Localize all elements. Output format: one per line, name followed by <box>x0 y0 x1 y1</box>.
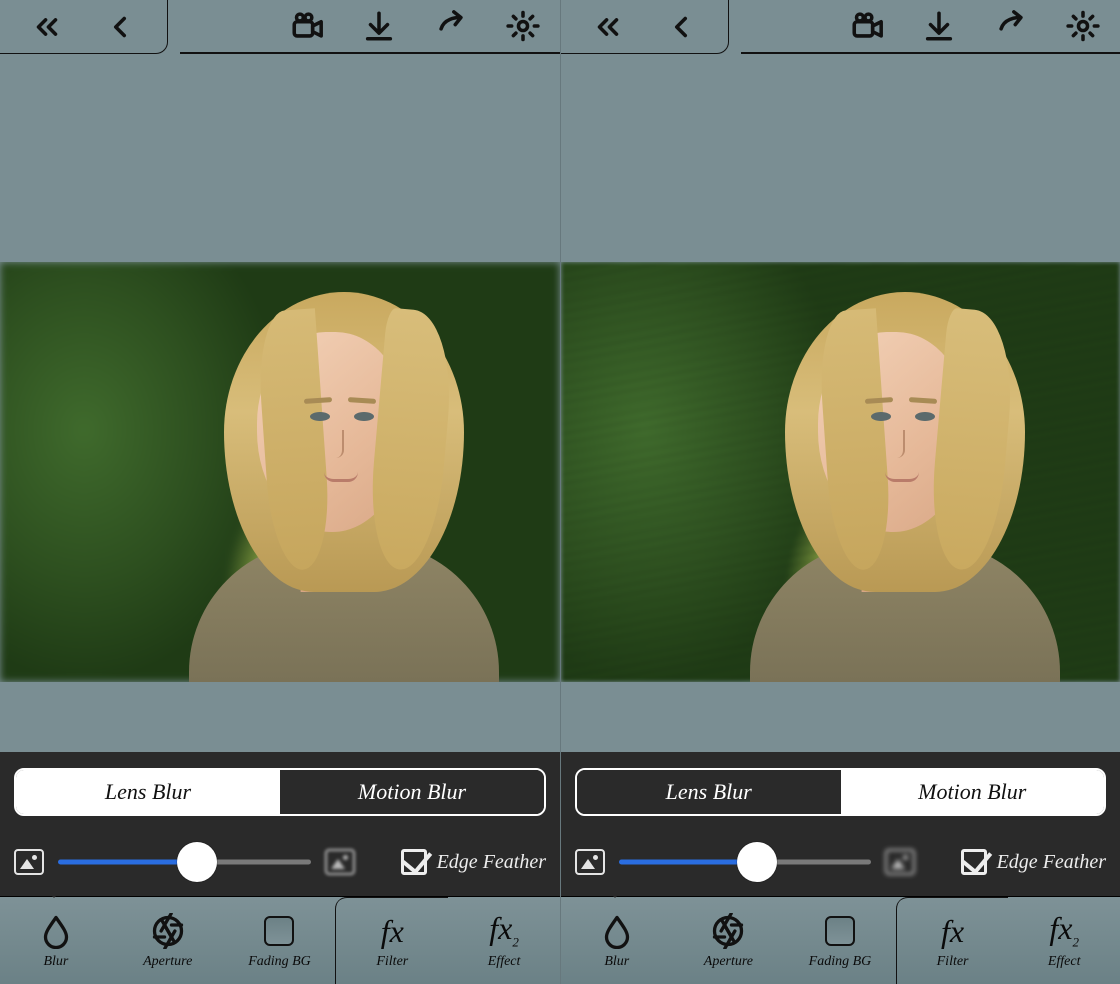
photo-subject <box>745 262 1065 682</box>
screen-right: Lens Blur Motion Blur Edge Feather Blur <box>560 0 1120 984</box>
video-camera-icon <box>290 9 324 43</box>
seg-lens-blur[interactable]: Lens Blur <box>577 770 841 814</box>
edge-feather-label: Edge Feather <box>997 851 1106 874</box>
tab-filter[interactable]: fx Filter <box>335 897 448 984</box>
tab-filter-label: Filter <box>376 954 408 970</box>
tab-blur-label: Blur <box>43 954 68 970</box>
tab-fading-bg[interactable]: Fading BG <box>224 897 336 984</box>
download-icon <box>362 9 396 43</box>
tab-aperture-label: Aperture <box>704 954 753 970</box>
tab-blur[interactable]: Blur <box>0 897 112 984</box>
top-toolbar <box>561 0 1120 62</box>
gear-icon <box>1066 9 1100 43</box>
controls-panel: Lens Blur Motion Blur Edge Feather <box>0 752 560 896</box>
blur-amount-row: Edge Feather <box>575 842 1106 882</box>
share-icon <box>994 9 1028 43</box>
bottom-tab-bar: Blur Aperture Fading BG fx Filter fx2 Ef… <box>561 896 1120 984</box>
tab-effect-label: Effect <box>488 954 521 970</box>
share-icon <box>434 9 468 43</box>
back-all-button[interactable] <box>589 8 627 46</box>
checkbox-checked-icon <box>401 849 427 875</box>
tab-blur[interactable]: Blur <box>561 897 673 984</box>
top-toolbar <box>0 0 560 62</box>
tab-aperture[interactable]: Aperture <box>673 897 785 984</box>
tab-blur-label: Blur <box>604 954 629 970</box>
tab-fading-bg-label: Fading BG <box>809 954 872 970</box>
fx2-icon: fx2 <box>489 912 519 948</box>
blur-amount-slider[interactable] <box>619 842 871 882</box>
back-button[interactable] <box>662 8 700 46</box>
seg-motion-blur[interactable]: Motion Blur <box>841 770 1105 814</box>
tab-aperture[interactable]: Aperture <box>112 897 224 984</box>
square-icon <box>264 916 294 946</box>
download-button[interactable] <box>920 7 958 45</box>
tab-effect-label: Effect <box>1048 954 1081 970</box>
slider-max-icon <box>325 849 355 875</box>
blur-mode-segmented: Lens Blur Motion Blur <box>575 768 1106 816</box>
tab-filter-label: Filter <box>937 954 969 970</box>
top-actions-group <box>741 0 1120 54</box>
slider-min-icon <box>14 849 44 875</box>
edge-feather-toggle[interactable]: Edge Feather <box>401 849 546 875</box>
seg-motion-blur[interactable]: Motion Blur <box>280 770 544 814</box>
tab-aperture-label: Aperture <box>143 954 192 970</box>
chevron-left-icon <box>664 10 698 44</box>
aperture-icon <box>150 913 186 949</box>
aperture-icon <box>710 913 746 949</box>
top-actions-group <box>180 0 560 54</box>
back-button[interactable] <box>101 8 139 46</box>
tab-effect[interactable]: fx2 Effect <box>1008 897 1120 984</box>
controls-panel: Lens Blur Motion Blur Edge Feather <box>561 752 1120 896</box>
record-video-button[interactable] <box>848 7 886 45</box>
edge-feather-label: Edge Feather <box>437 851 546 874</box>
record-video-button[interactable] <box>288 7 326 45</box>
download-button[interactable] <box>360 7 398 45</box>
slider-max-icon <box>885 849 915 875</box>
tab-fading-bg-label: Fading BG <box>248 954 311 970</box>
chevrons-left-icon <box>591 10 625 44</box>
seg-lens-blur[interactable]: Lens Blur <box>16 770 280 814</box>
photo-subject <box>184 262 504 682</box>
image-canvas[interactable] <box>0 62 560 752</box>
fx2-icon: fx2 <box>1049 912 1079 948</box>
share-button[interactable] <box>432 7 470 45</box>
video-camera-icon <box>850 9 884 43</box>
tab-effect[interactable]: fx2 Effect <box>448 897 560 984</box>
gear-icon <box>506 9 540 43</box>
fx-icon: fx <box>381 915 404 947</box>
fx-icon: fx <box>941 915 964 947</box>
nav-history-group <box>561 0 729 54</box>
chevrons-left-icon <box>30 10 64 44</box>
back-all-button[interactable] <box>28 8 66 46</box>
drop-icon <box>599 913 635 949</box>
drop-icon <box>38 913 74 949</box>
blur-amount-row: Edge Feather <box>14 842 546 882</box>
settings-button[interactable] <box>1064 7 1102 45</box>
screen-left: Lens Blur Motion Blur Edge Feather Blur <box>0 0 560 984</box>
tab-fading-bg[interactable]: Fading BG <box>784 897 896 984</box>
checkbox-checked-icon <box>961 849 987 875</box>
share-button[interactable] <box>992 7 1030 45</box>
blur-mode-segmented: Lens Blur Motion Blur <box>14 768 546 816</box>
edited-photo <box>0 262 560 682</box>
chevron-left-icon <box>103 10 137 44</box>
edited-photo <box>561 262 1120 682</box>
square-icon <box>825 916 855 946</box>
nav-history-group <box>0 0 168 54</box>
download-icon <box>922 9 956 43</box>
slider-min-icon <box>575 849 605 875</box>
bottom-tab-bar: Blur Aperture Fading BG fx Filter fx2 Ef… <box>0 896 560 984</box>
settings-button[interactable] <box>504 7 542 45</box>
blur-amount-slider[interactable] <box>58 842 311 882</box>
edge-feather-toggle[interactable]: Edge Feather <box>961 849 1106 875</box>
image-canvas[interactable] <box>561 62 1120 752</box>
tab-filter[interactable]: fx Filter <box>896 897 1009 984</box>
